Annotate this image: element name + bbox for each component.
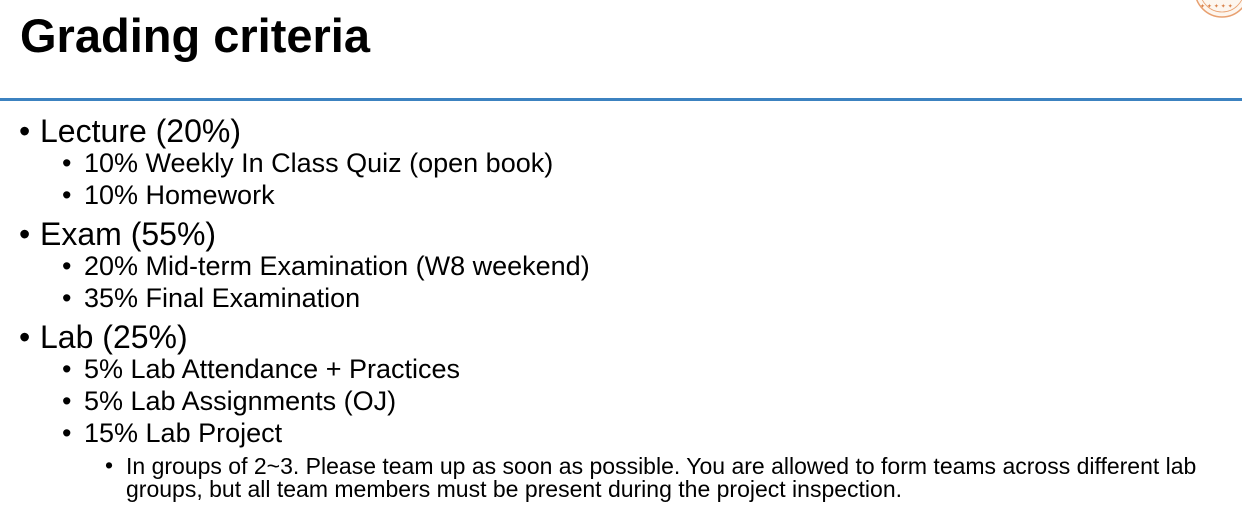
section-label: Lab (25%) [40, 319, 188, 355]
page-title: Grading criteria [20, 9, 370, 62]
list-item-text: 10% Weekly In Class Quiz (open book) [84, 148, 554, 178]
list-item: • 10% Weekly In Class Quiz (open book) [0, 147, 1242, 179]
list-item: • 35% Final Examination [0, 282, 1242, 314]
lab-project-note: • In groups of 2~3. Please team up as so… [0, 452, 1236, 502]
bullet: • [62, 354, 72, 384]
section-lecture: • Lecture (20%) [0, 112, 1242, 150]
list-item: • 10% Homework [0, 179, 1242, 211]
bullet: • [62, 418, 72, 448]
list-item: • 5% Lab Attendance + Practices [0, 353, 1242, 385]
title-divider [0, 98, 1242, 101]
section-label: Lecture (20%) [40, 113, 241, 149]
section-lab: • Lab (25%) [0, 318, 1242, 356]
list-item-text: 35% Final Examination [84, 283, 361, 313]
section-exam: • Exam (55%) [0, 215, 1242, 253]
bullet: • [62, 386, 72, 416]
bullet: • [105, 452, 114, 478]
list-item: • 20% Mid-term Examination (W8 weekend) [0, 250, 1242, 282]
bullet: • [62, 180, 72, 210]
bullet: • [19, 319, 31, 355]
bullet: • [62, 251, 72, 281]
list-item-text: 5% Lab Assignments (OJ) [84, 386, 397, 416]
list-item-text: 15% Lab Project [84, 418, 283, 448]
list-item-text: 10% Homework [84, 180, 275, 210]
grading-list: • Lecture (20%) • 10% Weekly In Class Qu… [0, 112, 1242, 501]
bullet: • [62, 283, 72, 313]
list-item-text: 20% Mid-term Examination (W8 weekend) [84, 251, 590, 281]
bullet: • [62, 148, 72, 178]
bullet: • [19, 113, 31, 149]
note-text: In groups of 2~3. Please team up as soon… [126, 453, 1197, 502]
svg-text:✦ ✦ ✦ ✦ ✦: ✦ ✦ ✦ ✦ ✦ [1200, 3, 1233, 10]
section-label: Exam (55%) [40, 216, 217, 252]
university-seal-icon: ✦ ✦ ✦ ✦ ✦ [1192, 0, 1242, 28]
list-item: • 5% Lab Assignments (OJ) [0, 385, 1242, 417]
list-item: • 15% Lab Project [0, 417, 1242, 449]
bullet: • [19, 216, 31, 252]
list-item-text: 5% Lab Attendance + Practices [84, 354, 460, 384]
